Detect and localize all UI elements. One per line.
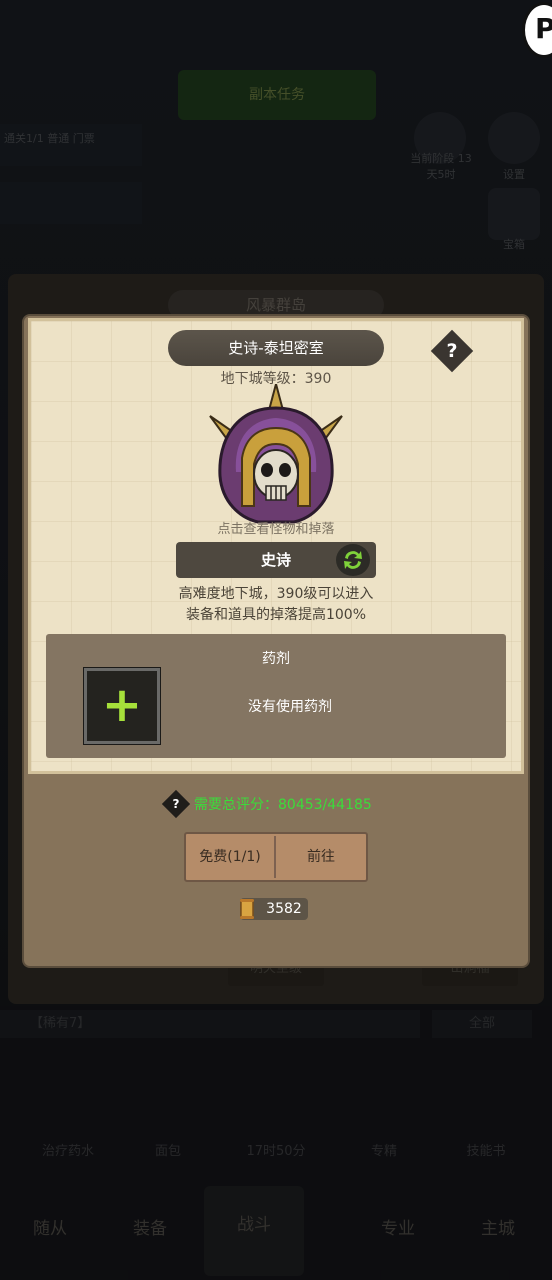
go-button[interactable]: 前往 [276,834,366,880]
required-score-text: 需要总评分：80453/44185 [194,797,372,813]
help-icon[interactable]: ? [437,336,467,366]
free-button[interactable]: 免费(1/1) [186,834,274,880]
potion-title: 药剂 [262,651,290,667]
boss-hint-text: 点击查看怪物和掉落 [217,522,335,537]
scroll-icon [240,899,254,919]
refresh-icon[interactable] [336,544,370,576]
dungeon-title: 史诗-泰坦密室 [168,330,384,366]
dungeon-description: 高难度地下城，390级可以进入 装备和道具的掉落提高100% [178,586,374,623]
boss-helmet-icon[interactable] [206,384,346,530]
plus-icon[interactable]: + [84,668,160,744]
potion-empty-text: 没有使用药剂 [248,699,332,715]
scroll-count: 3582 [266,901,302,917]
requirement-help-icon[interactable]: ? [166,794,186,814]
